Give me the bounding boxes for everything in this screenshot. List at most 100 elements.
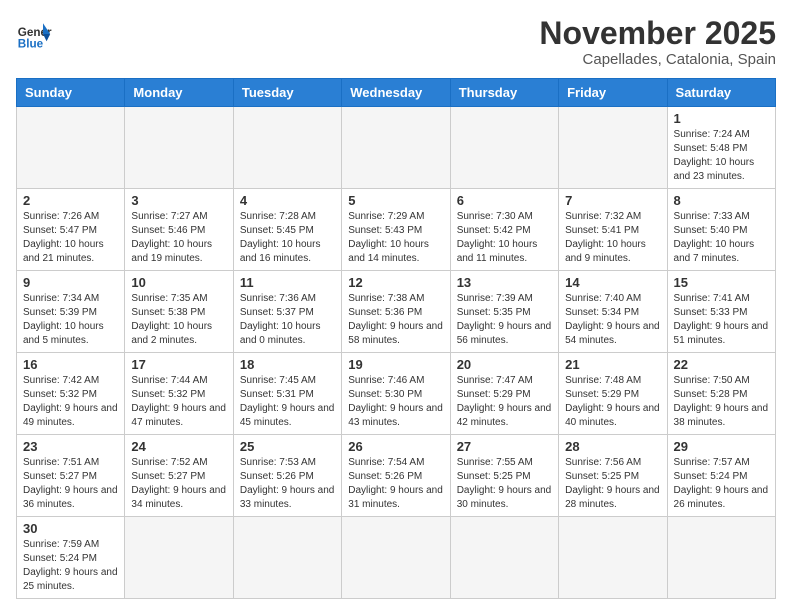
day-info: Sunrise: 7:41 AM Sunset: 5:33 PM Dayligh… [674,292,769,348]
day-number: 22 [674,357,769,372]
day-info: Sunrise: 7:42 AM Sunset: 5:32 PM Dayligh… [23,374,118,430]
day-cell [233,517,341,599]
day-cell [450,517,558,599]
day-cell [342,107,450,189]
day-number: 25 [240,439,335,454]
day-info: Sunrise: 7:39 AM Sunset: 5:35 PM Dayligh… [457,292,552,348]
day-number: 7 [565,193,660,208]
day-cell [125,517,233,599]
day-cell: 12 Sunrise: 7:38 AM Sunset: 5:36 PM Dayli… [342,271,450,353]
day-cell [17,107,125,189]
day-number: 17 [131,357,226,372]
day-cell: 13 Sunrise: 7:39 AM Sunset: 5:35 PM Dayli… [450,271,558,353]
day-cell [559,517,667,599]
day-number: 21 [565,357,660,372]
day-cell [125,107,233,189]
day-number: 18 [240,357,335,372]
day-number: 2 [23,193,118,208]
day-cell: 23 Sunrise: 7:51 AM Sunset: 5:27 PM Dayli… [17,435,125,517]
day-info: Sunrise: 7:28 AM Sunset: 5:45 PM Dayligh… [240,210,335,266]
day-cell: 2Sunrise: 7:26 AM Sunset: 5:47 PM Daylig… [17,189,125,271]
header-sunday: Sunday [17,79,125,107]
day-info: Sunrise: 7:54 AM Sunset: 5:26 PM Dayligh… [348,456,443,512]
day-info: Sunrise: 7:48 AM Sunset: 5:29 PM Dayligh… [565,374,660,430]
day-cell: 22 Sunrise: 7:50 AM Sunset: 5:28 PM Dayli… [667,353,775,435]
day-number: 12 [348,275,443,290]
day-info: Sunrise: 7:51 AM Sunset: 5:27 PM Dayligh… [23,456,118,512]
header-thursday: Thursday [450,79,558,107]
day-cell: 1 Sunrise: 7:24 AM Sunset: 5:48 PM Daylig… [667,107,775,189]
day-cell: 25 Sunrise: 7:53 AM Sunset: 5:26 PM Dayli… [233,435,341,517]
day-number: 24 [131,439,226,454]
week-row-5: 30Sunrise: 7:59 AM Sunset: 5:24 PM Dayli… [17,517,776,599]
header-saturday: Saturday [667,79,775,107]
day-info: Sunrise: 7:30 AM Sunset: 5:42 PM Dayligh… [457,210,552,266]
day-info: Sunrise: 7:45 AM Sunset: 5:31 PM Dayligh… [240,374,335,430]
header: General Blue November 2025 Capellades, C… [16,16,776,68]
title-area: November 2025 Capellades, Catalonia, Spa… [539,16,776,68]
day-cell: 30Sunrise: 7:59 AM Sunset: 5:24 PM Dayli… [17,517,125,599]
day-number: 10 [131,275,226,290]
header-monday: Monday [125,79,233,107]
day-number: 28 [565,439,660,454]
day-info: Sunrise: 7:50 AM Sunset: 5:28 PM Dayligh… [674,374,769,430]
day-cell: 27 Sunrise: 7:55 AM Sunset: 5:25 PM Dayli… [450,435,558,517]
header-wednesday: Wednesday [342,79,450,107]
week-row-4: 23 Sunrise: 7:51 AM Sunset: 5:27 PM Dayli… [17,435,776,517]
day-info: Sunrise: 7:55 AM Sunset: 5:25 PM Dayligh… [457,456,552,512]
day-cell: 5 Sunrise: 7:29 AM Sunset: 5:43 PM Daylig… [342,189,450,271]
day-number: 4 [240,193,335,208]
day-cell [233,107,341,189]
week-row-1: 2Sunrise: 7:26 AM Sunset: 5:47 PM Daylig… [17,189,776,271]
day-number: 23 [23,439,118,454]
day-number: 5 [348,193,443,208]
day-info: Sunrise: 7:24 AM Sunset: 5:48 PM Dayligh… [674,128,769,184]
day-cell: 6Sunrise: 7:30 AM Sunset: 5:42 PM Daylig… [450,189,558,271]
day-info: Sunrise: 7:35 AM Sunset: 5:38 PM Dayligh… [131,292,226,348]
day-cell: 9Sunrise: 7:34 AM Sunset: 5:39 PM Daylig… [17,271,125,353]
day-cell: 16 Sunrise: 7:42 AM Sunset: 5:32 PM Dayli… [17,353,125,435]
day-cell: 17 Sunrise: 7:44 AM Sunset: 5:32 PM Dayli… [125,353,233,435]
day-info: Sunrise: 7:36 AM Sunset: 5:37 PM Dayligh… [240,292,335,348]
week-row-3: 16 Sunrise: 7:42 AM Sunset: 5:32 PM Dayli… [17,353,776,435]
day-number: 9 [23,275,118,290]
day-info: Sunrise: 7:38 AM Sunset: 5:36 PM Dayligh… [348,292,443,348]
week-row-0: 1 Sunrise: 7:24 AM Sunset: 5:48 PM Daylig… [17,107,776,189]
day-cell: 21 Sunrise: 7:48 AM Sunset: 5:29 PM Dayli… [559,353,667,435]
day-cell: 29Sunrise: 7:57 AM Sunset: 5:24 PM Dayli… [667,435,775,517]
day-number: 13 [457,275,552,290]
day-info: Sunrise: 7:40 AM Sunset: 5:34 PM Dayligh… [565,292,660,348]
day-cell: 7 Sunrise: 7:32 AM Sunset: 5:41 PM Daylig… [559,189,667,271]
header-friday: Friday [559,79,667,107]
day-number: 15 [674,275,769,290]
day-cell: 26 Sunrise: 7:54 AM Sunset: 5:26 PM Dayli… [342,435,450,517]
day-cell: 28Sunrise: 7:56 AM Sunset: 5:25 PM Dayli… [559,435,667,517]
day-cell: 24 Sunrise: 7:52 AM Sunset: 5:27 PM Dayli… [125,435,233,517]
day-number: 16 [23,357,118,372]
day-number: 8 [674,193,769,208]
day-number: 29 [674,439,769,454]
day-cell [450,107,558,189]
day-info: Sunrise: 7:32 AM Sunset: 5:41 PM Dayligh… [565,210,660,266]
header-tuesday: Tuesday [233,79,341,107]
day-number: 14 [565,275,660,290]
day-info: Sunrise: 7:33 AM Sunset: 5:40 PM Dayligh… [674,210,769,266]
day-cell: 14 Sunrise: 7:40 AM Sunset: 5:34 PM Dayli… [559,271,667,353]
logo: General Blue [16,16,52,52]
day-cell: 3Sunrise: 7:27 AM Sunset: 5:46 PM Daylig… [125,189,233,271]
day-number: 20 [457,357,552,372]
day-number: 26 [348,439,443,454]
svg-text:Blue: Blue [18,38,44,51]
day-number: 27 [457,439,552,454]
day-number: 1 [674,111,769,126]
day-info: Sunrise: 7:27 AM Sunset: 5:46 PM Dayligh… [131,210,226,266]
month-year: November 2025 [539,16,776,51]
day-cell: 8 Sunrise: 7:33 AM Sunset: 5:40 PM Daylig… [667,189,775,271]
day-info: Sunrise: 7:29 AM Sunset: 5:43 PM Dayligh… [348,210,443,266]
day-info: Sunrise: 7:52 AM Sunset: 5:27 PM Dayligh… [131,456,226,512]
day-info: Sunrise: 7:44 AM Sunset: 5:32 PM Dayligh… [131,374,226,430]
day-info: Sunrise: 7:53 AM Sunset: 5:26 PM Dayligh… [240,456,335,512]
calendar: Sunday Monday Tuesday Wednesday Thursday… [16,78,776,599]
day-number: 19 [348,357,443,372]
day-cell: 11Sunrise: 7:36 AM Sunset: 5:37 PM Dayli… [233,271,341,353]
